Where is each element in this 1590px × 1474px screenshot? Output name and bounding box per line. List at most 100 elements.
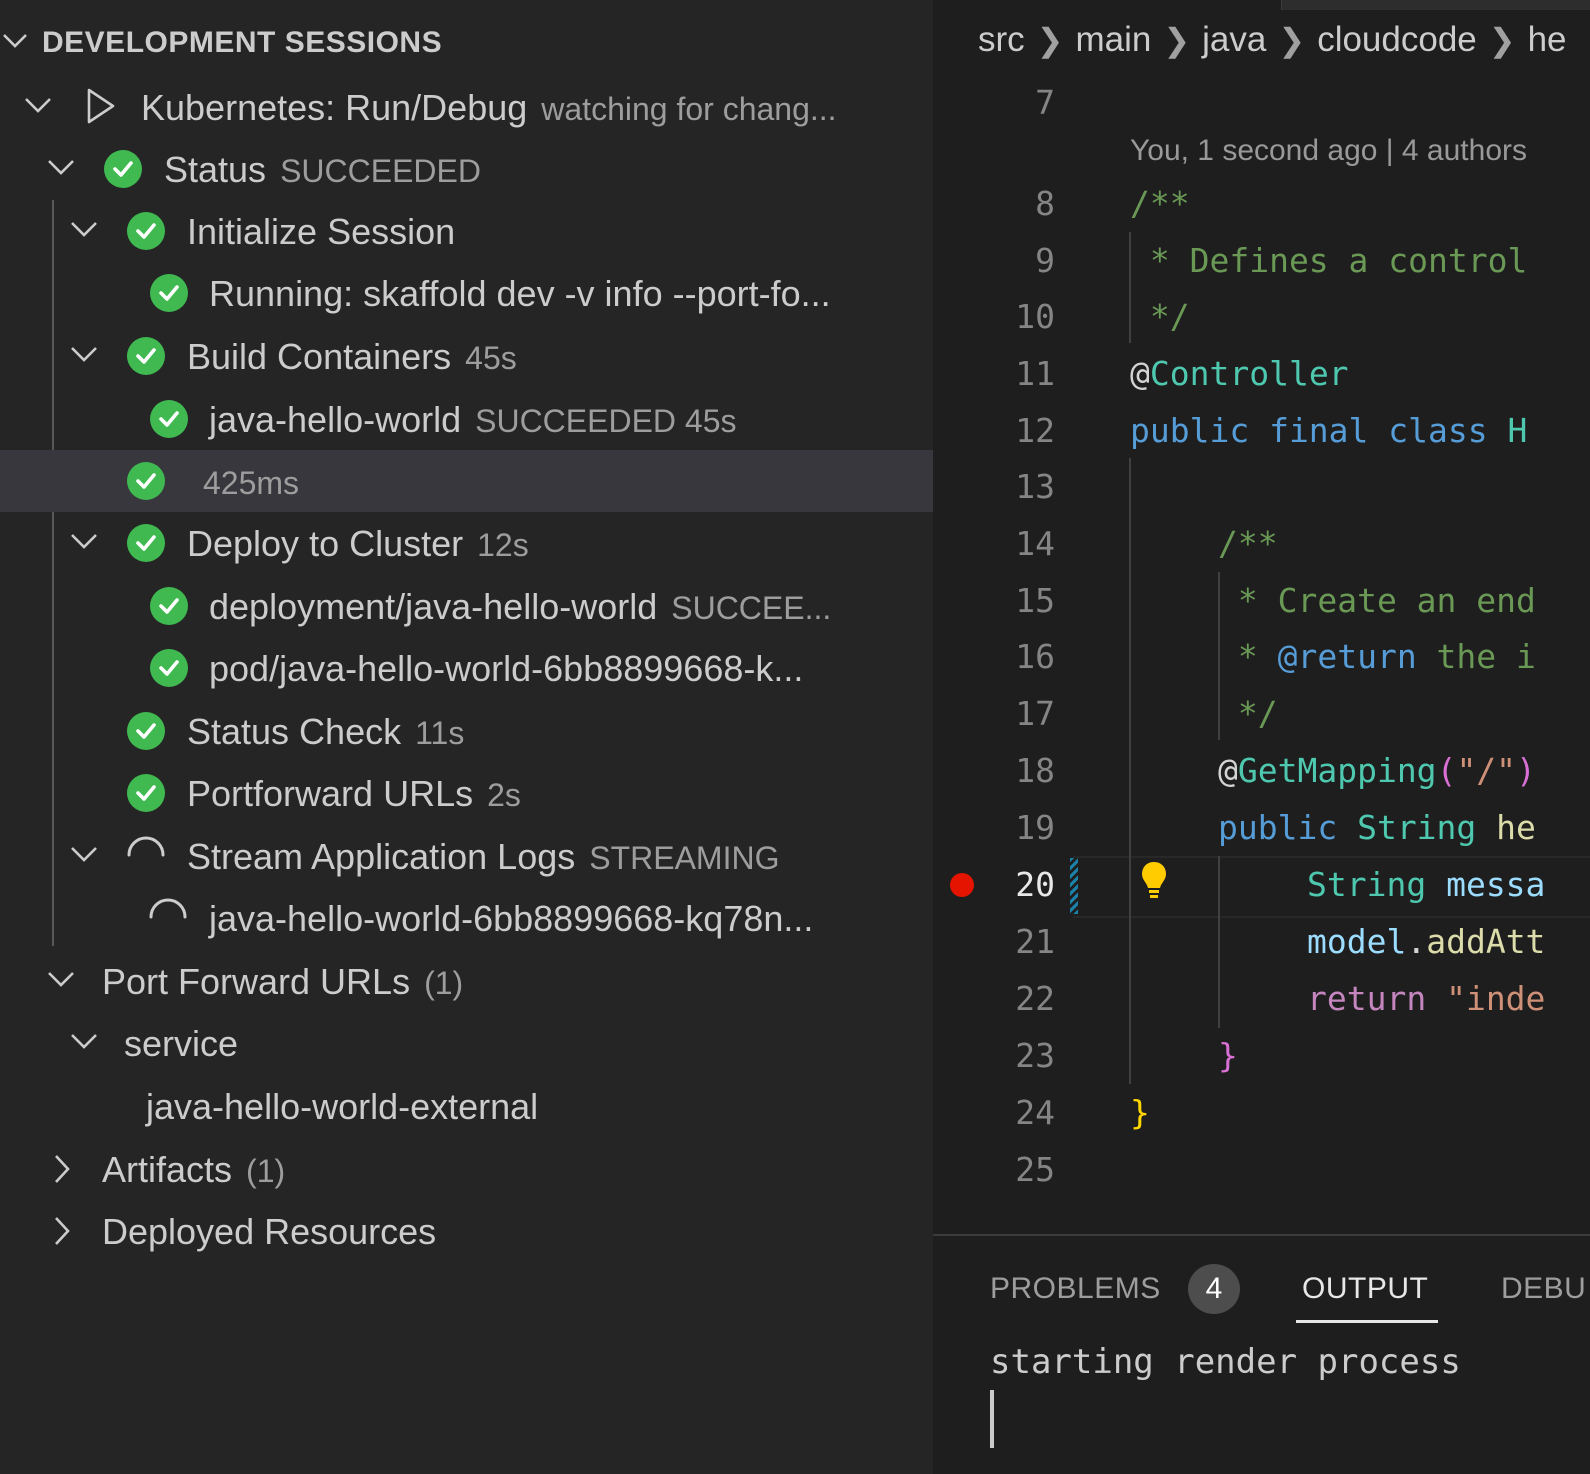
tree-item-service[interactable]: service [0,1012,933,1074]
tree-item-description: 12s [477,527,529,563]
chevron-down-icon[interactable] [47,969,75,989]
line-number: 16 [1015,637,1055,676]
tree-item-initialize-session[interactable]: Initialize Session [0,200,933,262]
tree-item-description: (1) [424,965,464,1001]
code-line-12: public final class H [1130,411,1528,450]
check-circle-icon [127,462,165,500]
chevron-down-icon[interactable] [70,344,98,364]
tree-item-deployment[interactable]: deployment/java-hello-world SUCCEE... [0,575,933,637]
line-number: 19 [1015,808,1055,847]
tree-item-status-check[interactable]: Status Check 11s [0,700,933,762]
tree-item-log-stream-pod[interactable]: java-hello-world-6bb8899668-kq78n... [0,887,933,949]
run-icon[interactable] [85,87,117,125]
breadcrumb-item[interactable]: cloudcode [1317,20,1477,60]
tree-item-pod[interactable]: pod/java-hello-world-6bb8899668-k... [0,637,933,699]
bottom-panel: PROBLEMS 4 OUTPUT DEBU starting render p… [933,1234,1590,1474]
tree-item-label: Stream Application Logs [187,836,576,877]
tree-item-description: SUCCEE... [671,590,832,626]
editor-tab-active[interactable] [933,0,1282,10]
tree-item-label: pod/java-hello-world-6bb8899668-k... [209,648,804,689]
tree-item-label: java-hello-world-external [146,1086,539,1127]
lightbulb-icon[interactable] [1139,860,1169,900]
tree-item-label: Portforward URLs [187,773,474,814]
line-number: 9 [1035,241,1055,280]
tree-item-selected-step[interactable]: 425ms [0,450,933,512]
line-number: 22 [1015,979,1055,1018]
line-number: 12 [1015,411,1055,450]
check-circle-icon [127,337,165,375]
tree-item-portforward-urls[interactable]: Portforward URLs 2s [0,762,933,824]
code-line-22: return "inde [1307,979,1546,1018]
breadcrumb-item[interactable]: he [1528,20,1567,60]
chevron-right-icon[interactable] [52,1216,72,1246]
chevron-down-icon[interactable] [70,219,98,239]
tree-item-label: Running: skaffold dev -v info --port-fo.… [209,273,831,314]
line-number: 23 [1015,1036,1055,1075]
breadcrumb-item[interactable]: main [1075,20,1151,60]
tree-item-deploy-to-cluster[interactable]: Deploy to Cluster 12s [0,512,933,574]
chevron-down-icon[interactable] [70,1031,98,1051]
chevron-down-icon[interactable] [2,32,28,50]
tree-item-service-external[interactable]: java-hello-world-external [0,1075,933,1137]
tree-item-stream-application-logs[interactable]: Stream Application Logs STREAMING [0,825,933,887]
section-title: DEVELOPMENT SESSIONS [42,26,443,59]
chevron-down-icon[interactable] [70,531,98,551]
code-line-15: * Create an end [1218,581,1536,620]
tree-item-build-containers[interactable]: Build Containers 45s [0,325,933,387]
tree-item-build-java-hello-world[interactable]: java-hello-world SUCCEEDED 45s [0,388,933,450]
line-number: 8 [1035,184,1055,223]
tab-output[interactable]: OUTPUT [1302,1272,1428,1306]
tree-item-status[interactable]: Status SUCCEEDED [0,138,933,200]
diff-modified-marker[interactable] [1070,858,1078,914]
code-line-17: */ [1218,694,1278,733]
chevron-right-icon: ❯ [1278,22,1306,58]
line-number: 15 [1015,581,1055,620]
tree-item-port-forward-urls[interactable]: Port Forward URLs (1) [0,950,933,1012]
line-number: 11 [1015,354,1055,393]
tree-item-description: SUCCEEDED 45s [475,403,737,439]
chevron-down-icon[interactable] [47,157,75,177]
code-line-16: * @return the i [1218,637,1536,676]
text-cursor [990,1390,994,1448]
tree-item-label: Artifacts [102,1149,233,1190]
tab-debug-console[interactable]: DEBU [1501,1272,1586,1306]
loading-spinner-icon [149,898,187,919]
tree-item-label: Deployed Resources [102,1211,437,1252]
tab-problems[interactable]: PROBLEMS [990,1272,1161,1306]
loading-spinner-icon [127,836,165,857]
code-line-24: } [1130,1093,1150,1132]
tree-item-kubernetes-session[interactable]: Kubernetes: Run/Debug watching for chang.… [0,76,933,138]
active-tab-indicator [1296,1320,1438,1323]
breadcrumb: src ❯ main ❯ java ❯ cloudcode ❯ he [978,20,1567,60]
line-number: 18 [1015,751,1055,790]
editor-tab-strip [933,0,1590,10]
chevron-right-icon: ❯ [1163,22,1191,58]
indent-guide [1218,856,1220,1028]
tree-item-description: 11s [415,715,465,751]
tree-item-label: Deploy to Cluster [187,523,464,564]
tree-item-description: STREAMING [589,840,780,876]
code-line-21: model.addAtt [1307,922,1546,961]
tree-item-deployed-resources[interactable]: Deployed Resources [0,1200,933,1262]
line-number: 17 [1015,694,1055,733]
tree-item-label: java-hello-world [209,399,462,440]
tree-item-description: 425ms [203,465,300,501]
tree-item-label: java-hello-world-6bb8899668-kq78n... [209,898,814,939]
tree-item-artifacts[interactable]: Artifacts (1) [0,1138,933,1200]
chevron-right-icon[interactable] [52,1154,72,1184]
output-text: starting render process [990,1342,1461,1382]
breadcrumb-item[interactable]: java [1202,20,1266,60]
tree-item-description: watching for chang... [541,91,837,127]
codelens-authors[interactable]: You, 1 second ago | 4 authors [1130,134,1527,168]
chevron-down-icon[interactable] [24,95,52,115]
chevron-right-icon: ❯ [1036,22,1064,58]
code-line-8: /** [1130,184,1190,223]
check-circle-icon [127,774,165,812]
tree-item-label: Build Containers [187,336,452,377]
breakpoint-icon[interactable] [950,873,974,897]
tree-item-label: Status [164,149,267,190]
check-circle-icon [127,524,165,562]
chevron-down-icon[interactable] [70,844,98,864]
breadcrumb-item[interactable]: src [978,20,1025,60]
tree-item-skaffold-running[interactable]: Running: skaffold dev -v info --port-fo.… [0,262,933,324]
